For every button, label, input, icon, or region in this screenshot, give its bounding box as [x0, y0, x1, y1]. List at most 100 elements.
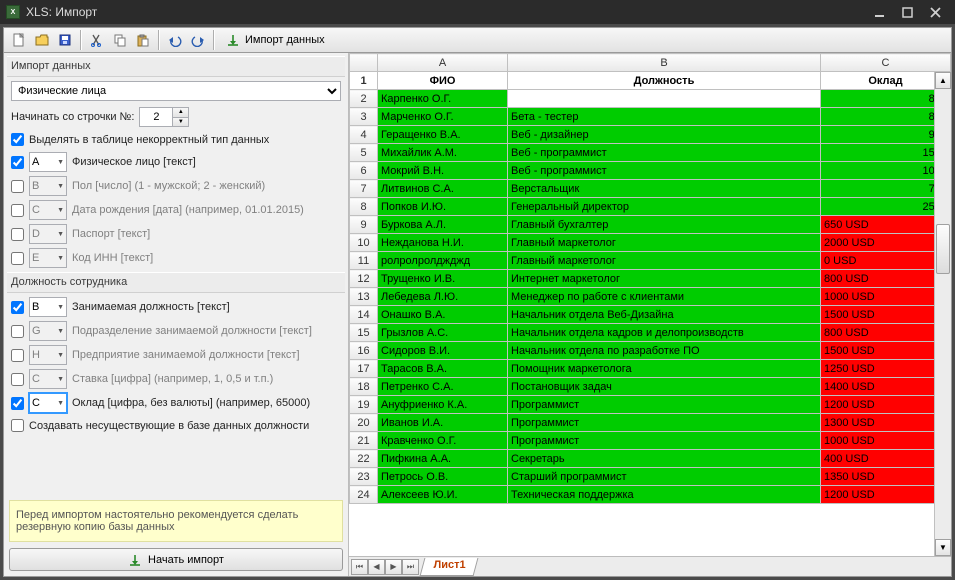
cell[interactable]: Михайлик А.М.: [378, 144, 508, 162]
cell[interactable]: Нежданова Н.И.: [378, 234, 508, 252]
cut-button[interactable]: [86, 29, 108, 51]
field-checkbox[interactable]: [11, 397, 24, 410]
data-grid[interactable]: ABC1ФИОДолжностьОклад2Карпенко О.Г.8003М…: [349, 53, 951, 504]
row-header[interactable]: 20: [350, 414, 378, 432]
row-header[interactable]: 8: [350, 198, 378, 216]
new-button[interactable]: [8, 29, 30, 51]
cell[interactable]: Попков И.Ю.: [378, 198, 508, 216]
cell[interactable]: 650 USD: [821, 216, 951, 234]
save-button[interactable]: [54, 29, 76, 51]
cell[interactable]: Помощник маркетолога: [508, 360, 821, 378]
row-header[interactable]: 4: [350, 126, 378, 144]
row-header[interactable]: 1: [350, 72, 378, 90]
row-header[interactable]: 17: [350, 360, 378, 378]
cell[interactable]: 1500 USD: [821, 342, 951, 360]
cell[interactable]: Главный маркетолог: [508, 234, 821, 252]
row-header[interactable]: 11: [350, 252, 378, 270]
cell[interactable]: 800: [821, 90, 951, 108]
row-header[interactable]: 5: [350, 144, 378, 162]
row-header[interactable]: 24: [350, 486, 378, 504]
row-header[interactable]: 18: [350, 378, 378, 396]
cell[interactable]: Техническая поддержка: [508, 486, 821, 504]
field-checkbox[interactable]: [11, 156, 24, 169]
cell[interactable]: 800 USD: [821, 324, 951, 342]
sheet-nav-first[interactable]: ⏮: [351, 559, 368, 575]
cell[interactable]: Верстальщик: [508, 180, 821, 198]
field-checkbox[interactable]: [11, 228, 24, 241]
corner-cell[interactable]: [350, 54, 378, 72]
cell[interactable]: Начальник отдела по разработке ПО: [508, 342, 821, 360]
cell[interactable]: 400 USD: [821, 450, 951, 468]
cell[interactable]: 1400 USD: [821, 378, 951, 396]
cell[interactable]: Интернет маркетолог: [508, 270, 821, 288]
undo-button[interactable]: [164, 29, 186, 51]
cell[interactable]: 1300 USD: [821, 414, 951, 432]
row-header[interactable]: 19: [350, 396, 378, 414]
cell[interactable]: Лебедева Л.Ю.: [378, 288, 508, 306]
maximize-button[interactable]: [893, 3, 921, 21]
row-header[interactable]: 22: [350, 450, 378, 468]
entity-type-combo[interactable]: Физические лица: [11, 81, 341, 101]
create-missing-checkbox[interactable]: [11, 419, 24, 432]
cell[interactable]: Литвинов С.А.: [378, 180, 508, 198]
cell[interactable]: Веб - программист: [508, 162, 821, 180]
field-checkbox[interactable]: [11, 204, 24, 217]
row-header[interactable]: 14: [350, 306, 378, 324]
cell[interactable]: Главный маркетолог: [508, 252, 821, 270]
cell[interactable]: Веб - программист: [508, 144, 821, 162]
cell[interactable]: Петренко С.А.: [378, 378, 508, 396]
cell[interactable]: 2000 USD: [821, 234, 951, 252]
cell[interactable]: 1200 USD: [821, 396, 951, 414]
row-header[interactable]: 10: [350, 234, 378, 252]
cell[interactable]: Старший программист: [508, 468, 821, 486]
sheet-nav-next[interactable]: ▶: [385, 559, 402, 575]
cell[interactable]: Ануфриенко К.А.: [378, 396, 508, 414]
cell[interactable]: ролролролджджд: [378, 252, 508, 270]
cell[interactable]: 1500 USD: [821, 306, 951, 324]
row-header[interactable]: 2: [350, 90, 378, 108]
column-selector[interactable]: B▼: [29, 297, 67, 317]
cell[interactable]: 1000 USD: [821, 288, 951, 306]
vertical-scrollbar[interactable]: ▲ ▼: [934, 72, 951, 556]
cell[interactable]: 800 USD: [821, 270, 951, 288]
cell[interactable]: Алексеев Ю.И.: [378, 486, 508, 504]
field-checkbox[interactable]: [11, 252, 24, 265]
copy-button[interactable]: [109, 29, 131, 51]
cell[interactable]: 1000: [821, 162, 951, 180]
column-selector[interactable]: C▼: [29, 393, 67, 413]
sheet-nav-prev[interactable]: ◀: [368, 559, 385, 575]
start-import-button[interactable]: Начать импорт: [9, 548, 343, 571]
cell[interactable]: Начальник отдела Веб-Дизайна: [508, 306, 821, 324]
cell[interactable]: 0 USD: [821, 252, 951, 270]
cell[interactable]: Грызлов А.С.: [378, 324, 508, 342]
row-header[interactable]: 15: [350, 324, 378, 342]
cell[interactable]: Веб - дизайнер: [508, 126, 821, 144]
col-header[interactable]: A: [378, 54, 508, 72]
cell[interactable]: Бета - тестер: [508, 108, 821, 126]
import-data-button[interactable]: Импорт данных: [219, 29, 332, 51]
cell[interactable]: 1350 USD: [821, 468, 951, 486]
spin-buttons[interactable]: ▲▼: [173, 107, 189, 127]
cell[interactable]: 900: [821, 126, 951, 144]
header-cell[interactable]: Должность: [508, 72, 821, 90]
field-checkbox[interactable]: [11, 373, 24, 386]
column-selector[interactable]: A▼: [29, 152, 67, 172]
scroll-up-button[interactable]: ▲: [935, 72, 951, 89]
field-checkbox[interactable]: [11, 301, 24, 314]
cell[interactable]: Главный бухгалтер: [508, 216, 821, 234]
cell[interactable]: Пифкина А.А.: [378, 450, 508, 468]
open-button[interactable]: [31, 29, 53, 51]
row-header[interactable]: 23: [350, 468, 378, 486]
cell[interactable]: Карпенко О.Г.: [378, 90, 508, 108]
sheet-nav-last[interactable]: ⏭: [402, 559, 419, 575]
cell[interactable]: 750: [821, 180, 951, 198]
cell[interactable]: Марченко О.Г.: [378, 108, 508, 126]
row-header[interactable]: 9: [350, 216, 378, 234]
cell[interactable]: 1200 USD: [821, 486, 951, 504]
cell[interactable]: Буркова А.Л.: [378, 216, 508, 234]
scroll-thumb[interactable]: [936, 224, 950, 274]
cell[interactable]: Трущенко И.В.: [378, 270, 508, 288]
header-cell[interactable]: ФИО: [378, 72, 508, 90]
cell[interactable]: Мокрий В.Н.: [378, 162, 508, 180]
close-button[interactable]: [921, 3, 949, 21]
